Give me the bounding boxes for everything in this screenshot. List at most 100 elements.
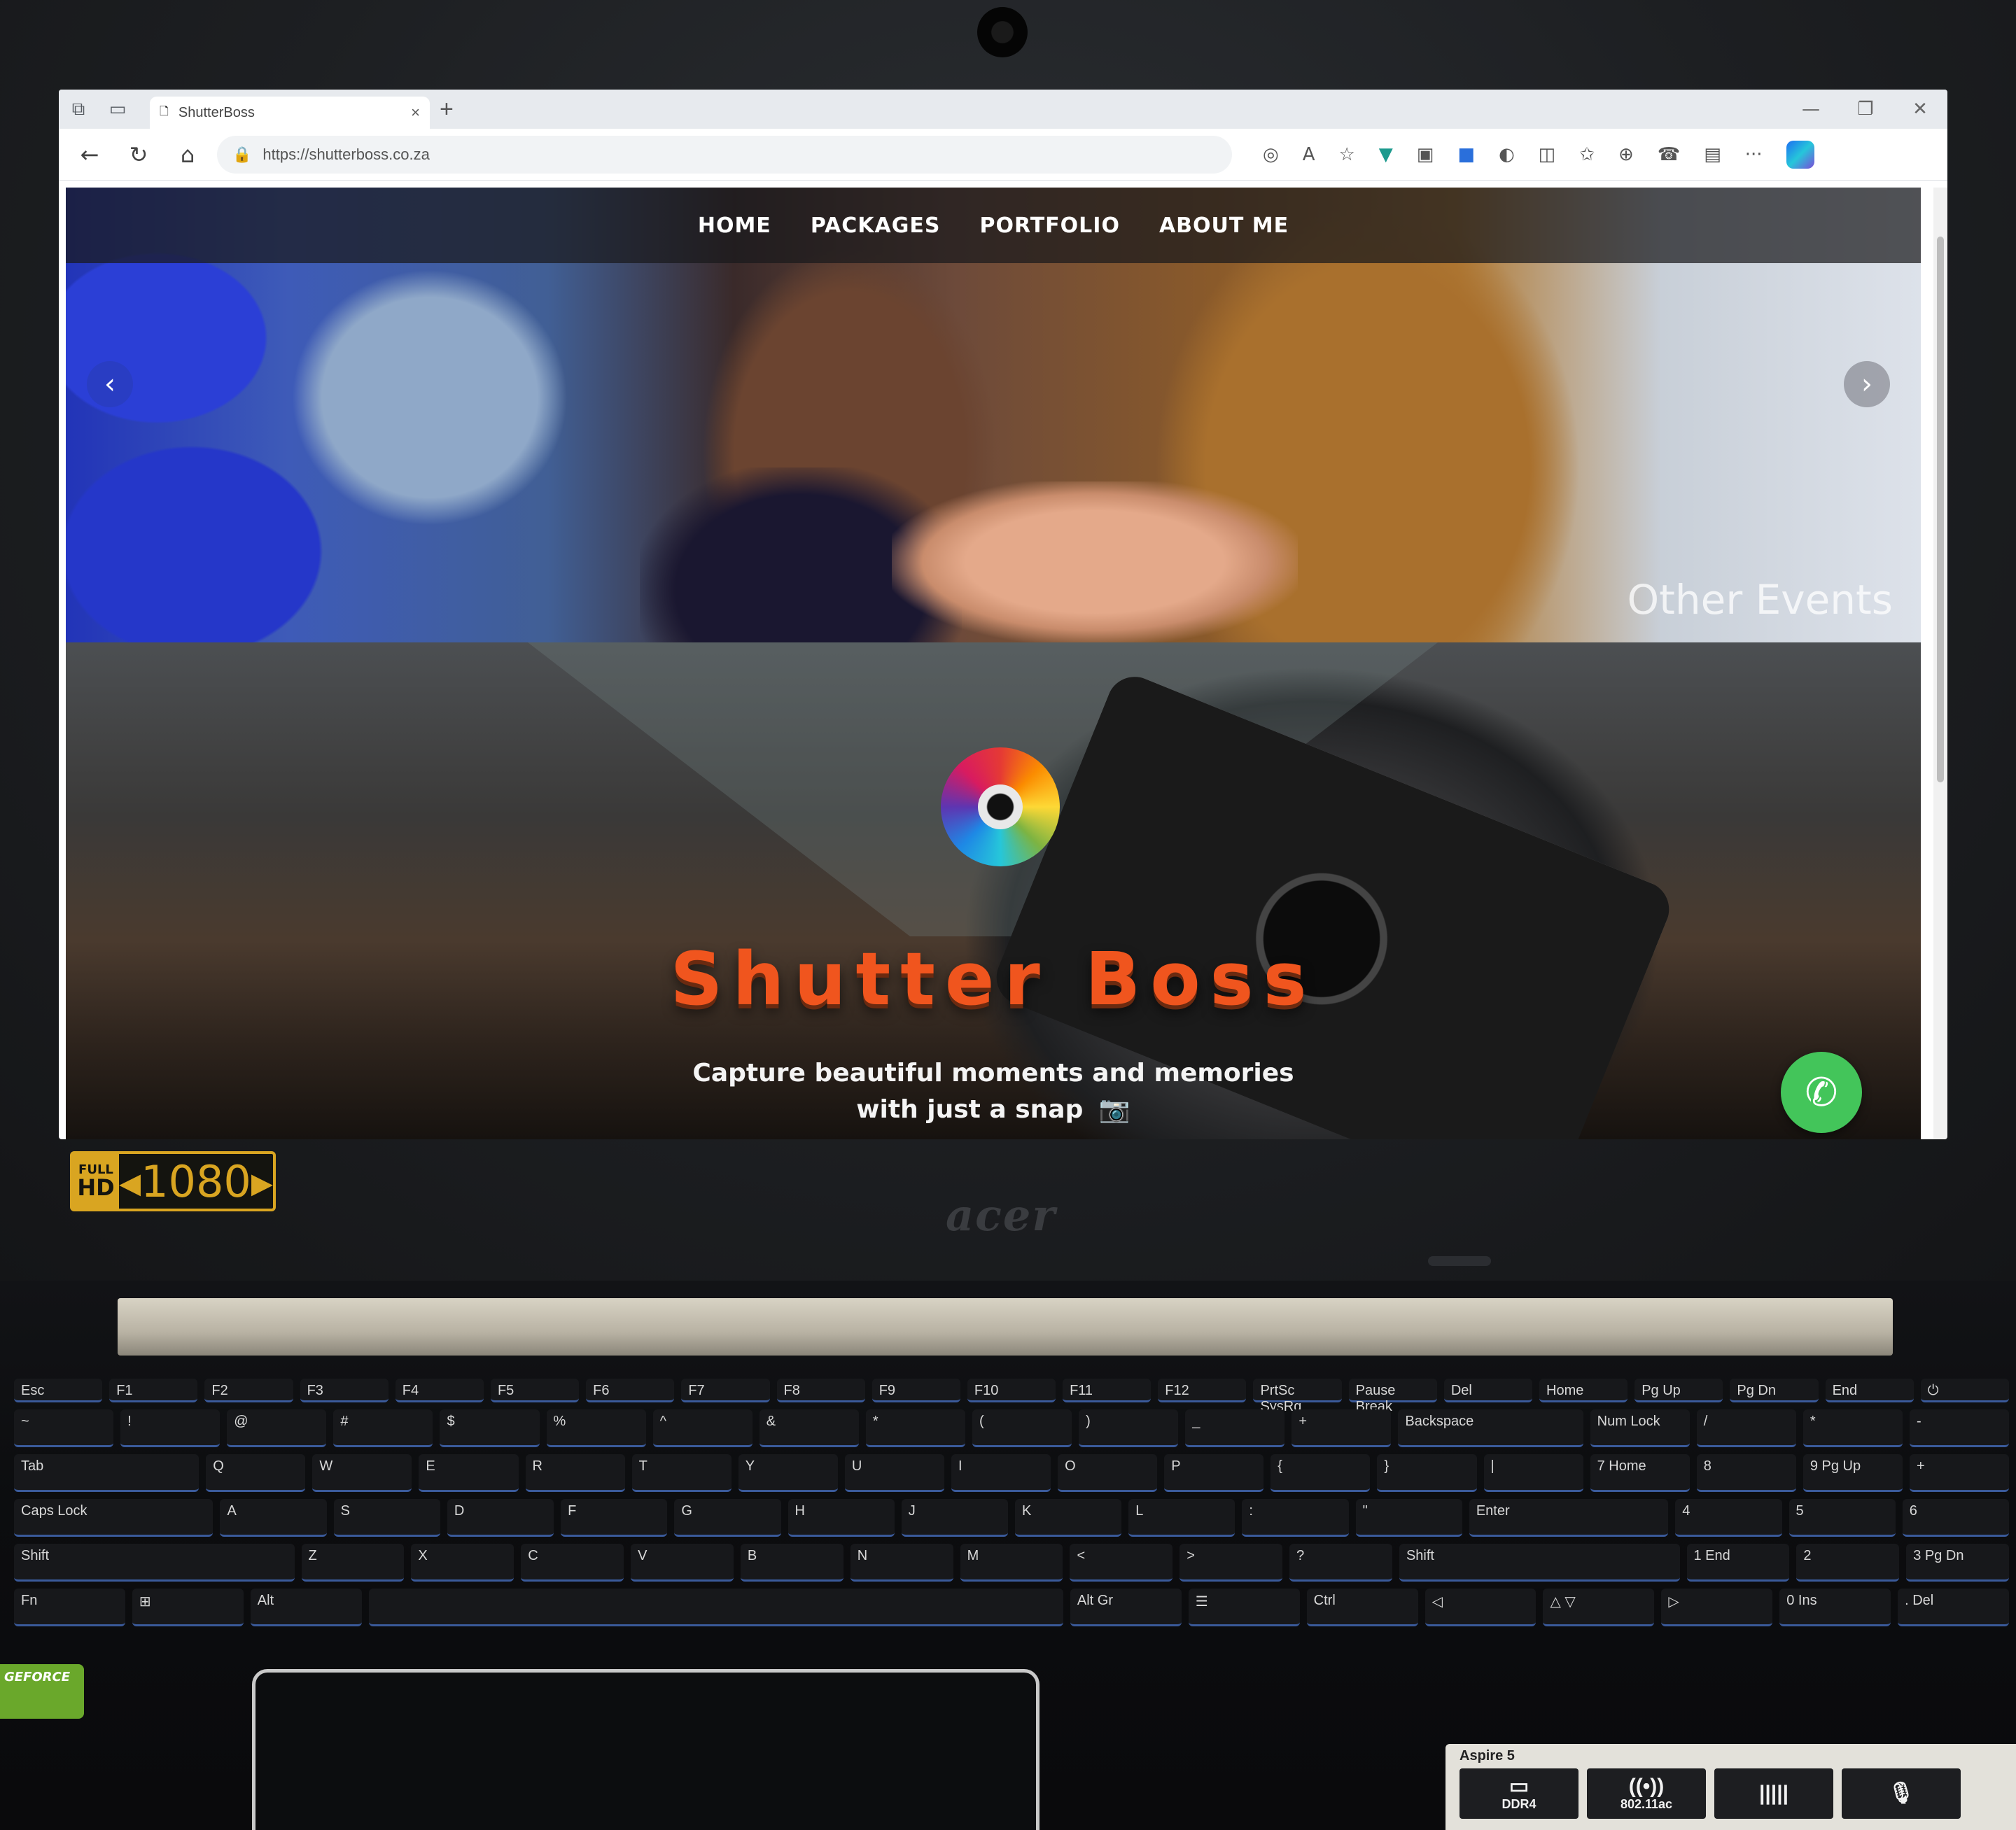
tab-actions-icon[interactable]: ▭ bbox=[98, 90, 137, 129]
collections-icon[interactable]: ⊕ bbox=[1618, 144, 1634, 165]
spec-feature-icon: 🎙 bbox=[1842, 1768, 1961, 1819]
spec-sticker: Aspire 5 ▭ DDR4 ((•)) 802.11ac ||||| 🎙 bbox=[1446, 1744, 2016, 1830]
whatsapp-chat-icon[interactable]: ✆ bbox=[1781, 1052, 1862, 1133]
workspaces-icon[interactable]: ⧉ bbox=[59, 90, 98, 129]
keyboard-key: Num Lock bbox=[1590, 1409, 1690, 1447]
keyboard-key: : bbox=[1242, 1499, 1349, 1537]
minimize-button[interactable]: — bbox=[1784, 99, 1838, 120]
maximize-button[interactable]: ❐ bbox=[1838, 99, 1893, 120]
keyboard-key: Del bbox=[1443, 1379, 1532, 1402]
extension-shield-icon[interactable]: ◐ bbox=[1499, 144, 1515, 165]
keyboard-row-function: Esc F1 F2 F3 F4 F5 F6 F7 F8 F9 F10 F11 F12 PrtSc SysR… bbox=[14, 1379, 2009, 1414]
keyboard-key: * bbox=[1802, 1409, 1903, 1447]
keyboard-key: Backspace bbox=[1398, 1409, 1583, 1447]
favorites-icon[interactable]: ✩ bbox=[1579, 144, 1595, 165]
keyboard-key: } bbox=[1377, 1454, 1477, 1492]
keyboard-key: 9 Pg Up bbox=[1802, 1454, 1903, 1492]
keyboard-key: △ ▽ bbox=[1543, 1589, 1655, 1626]
keyboard-key: Pause Break bbox=[1348, 1379, 1437, 1414]
geforce-sticker: GEFORCE bbox=[0, 1664, 84, 1719]
browser-tab-bar: ⧉ ▭ 🗋 ShutterBoss × + — ❐ ✕ bbox=[59, 90, 1947, 129]
url-text[interactable]: https://shutterboss.co.za bbox=[262, 146, 429, 164]
spec-feature-glyph: 🎙 bbox=[1887, 1782, 1915, 1805]
scrollbar-thumb[interactable] bbox=[1937, 237, 1944, 782]
lock-icon[interactable]: 🔒 bbox=[232, 146, 251, 164]
logo-lens bbox=[978, 784, 1023, 829]
keyboard-key: ▷ bbox=[1661, 1589, 1773, 1626]
new-tab-button[interactable]: + bbox=[440, 96, 454, 123]
spec-model: Aspire 5 bbox=[1460, 1748, 1515, 1764]
back-arrow-icon[interactable]: ← bbox=[70, 135, 109, 174]
keyboard-key: H bbox=[788, 1499, 895, 1537]
spec-feature-glyph: ||||| bbox=[1759, 1782, 1788, 1805]
keyboard-key: F10 bbox=[967, 1379, 1056, 1402]
keyboard-key: ◁ bbox=[1424, 1589, 1536, 1626]
extension-icon[interactable]: ▣ bbox=[1417, 144, 1434, 165]
keyboard-key: ) bbox=[1079, 1409, 1179, 1447]
more-menu-icon[interactable]: ··· bbox=[1745, 144, 1763, 165]
extension-phone-icon[interactable]: ☎ bbox=[1658, 144, 1680, 165]
keyboard-key: G bbox=[674, 1499, 781, 1537]
keyboard-key: Q bbox=[206, 1454, 306, 1492]
address-bar[interactable]: 🔒 https://shutterboss.co.za bbox=[217, 135, 1232, 174]
keyboard-key: ⊞ bbox=[132, 1589, 244, 1626]
nav-portfolio[interactable]: PORTFOLIO bbox=[979, 213, 1119, 238]
keyboard-key: ^ bbox=[652, 1409, 752, 1447]
favorite-star-icon[interactable]: ☆ bbox=[1338, 144, 1354, 165]
keyboard-key: N bbox=[850, 1544, 953, 1582]
keyboard-key: > bbox=[1180, 1544, 1283, 1582]
home-icon[interactable]: ⌂ bbox=[168, 135, 207, 174]
keyboard-key: 4 bbox=[1675, 1499, 1782, 1537]
keyboard-key: F bbox=[561, 1499, 668, 1537]
nav-packages[interactable]: PACKAGES bbox=[811, 213, 941, 238]
keyboard-key: ~ bbox=[14, 1409, 114, 1447]
keyboard-key: X bbox=[411, 1544, 514, 1582]
keyboard-key: 2 bbox=[1796, 1544, 1900, 1582]
page-scrollbar[interactable] bbox=[1933, 188, 1947, 1139]
keyboard-key: . Del bbox=[1898, 1589, 2010, 1626]
nav-home[interactable]: HOME bbox=[698, 213, 771, 238]
camera-icon: 📷 bbox=[1098, 1095, 1130, 1124]
keyboard-key: 3 Pg Dn bbox=[1906, 1544, 2010, 1582]
toolbar-actions: ◎ A ☆ ▼ ▣ ■ ◐ ◫ ✩ ⊕ ☎ ▤ ··· bbox=[1263, 140, 1814, 169]
refresh-icon[interactable]: ↻ bbox=[119, 135, 158, 174]
keyboard-key: { bbox=[1270, 1454, 1371, 1492]
copilot-icon[interactable] bbox=[1786, 140, 1814, 169]
browser-toolbar: ← ↻ ⌂ 🔒 https://shutterboss.co.za ◎ A ☆ … bbox=[59, 129, 1947, 181]
page-icon: 🗋 bbox=[160, 105, 169, 118]
extension-vpn-icon[interactable]: ▼ bbox=[1379, 144, 1393, 165]
extension-save-icon[interactable]: ■ bbox=[1457, 144, 1475, 165]
read-aloud-icon[interactable]: A bbox=[1303, 144, 1315, 165]
keyboard-key: Pg Dn bbox=[1730, 1379, 1819, 1402]
keyboard-key: 7 Home bbox=[1590, 1454, 1690, 1492]
close-window-button[interactable]: ✕ bbox=[1893, 99, 1947, 120]
browser-tab[interactable]: 🗋 ShutterBoss × bbox=[150, 97, 430, 129]
keyboard-key: / bbox=[1696, 1409, 1796, 1447]
keyboard-key: F2 bbox=[204, 1379, 293, 1402]
nav-about-me[interactable]: ABOUT ME bbox=[1159, 213, 1289, 238]
keyboard-key: F11 bbox=[1063, 1379, 1152, 1402]
tracking-prevention-icon[interactable]: ◎ bbox=[1263, 144, 1279, 165]
extension-badge-icon[interactable]: ▤ bbox=[1704, 144, 1721, 165]
keyboard-key: Enter bbox=[1469, 1499, 1669, 1537]
keyboard-key: L bbox=[1128, 1499, 1236, 1537]
keyboard-key: O bbox=[1058, 1454, 1158, 1492]
split-screen-icon[interactable]: ◫ bbox=[1539, 144, 1556, 165]
window-controls: — ❐ ✕ bbox=[1784, 99, 1947, 120]
tab-close-button[interactable]: × bbox=[411, 104, 420, 122]
spec-feature-icon: ((•)) 802.11ac bbox=[1587, 1768, 1706, 1819]
keyboard-row-number: ~! @ # $% ^ & *() _ + Backspace Num Lock / * - bbox=[14, 1409, 2010, 1447]
carousel-prev-icon[interactable]: ‹ bbox=[87, 361, 133, 407]
keyboard-key: Tab bbox=[14, 1454, 200, 1492]
keyboard-key: 6 bbox=[1902, 1499, 2009, 1537]
keyboard-key: M bbox=[960, 1544, 1063, 1582]
laptop-lid: ⧉ ▭ 🗋 ShutterBoss × + — ❐ ✕ ← ↻ ⌂ 🔒 http… bbox=[0, 0, 2016, 1281]
spec-icons: ▭ DDR4 ((•)) 802.11ac ||||| 🎙 bbox=[1460, 1768, 2002, 1819]
spec-feature-glyph: ((•)) bbox=[1628, 1774, 1665, 1798]
keyboard-key bbox=[368, 1589, 1063, 1626]
keyboard-key: A bbox=[220, 1499, 327, 1537]
carousel-next-icon[interactable]: › bbox=[1844, 361, 1890, 407]
tagline-line-2: with just a snap 📷 bbox=[66, 1092, 1921, 1128]
keyboard-key: F12 bbox=[1158, 1379, 1247, 1402]
keyboard-key: F8 bbox=[776, 1379, 865, 1402]
